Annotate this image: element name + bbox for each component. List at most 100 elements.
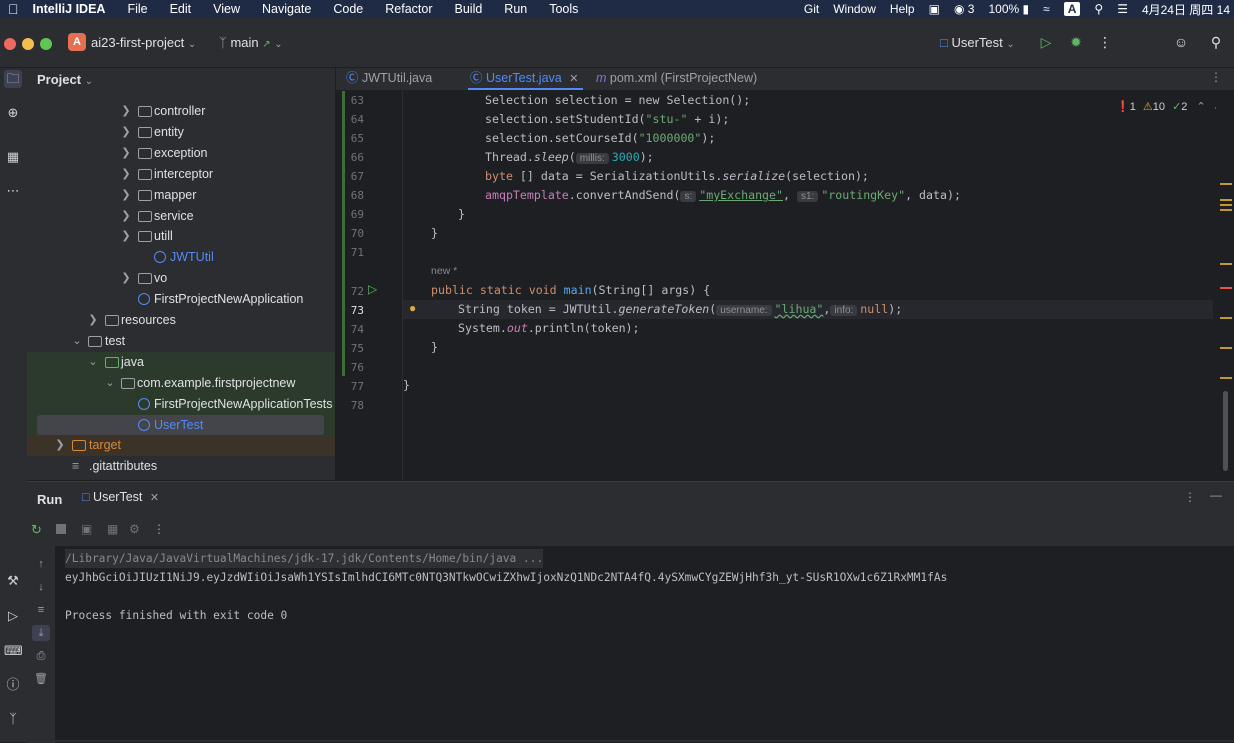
maximize-window-button[interactable] [40, 38, 52, 50]
chevron-right-icon[interactable]: ❯ [120, 268, 132, 289]
status-app-icon[interactable]: ▣ [929, 2, 940, 16]
control-center-icon[interactable]: ☰ [1117, 2, 1128, 16]
more-actions-icon[interactable]: ⋮ [1095, 32, 1115, 52]
more-options-icon[interactable]: ⋮ [1184, 490, 1196, 504]
soft-wrap-icon[interactable]: ≡ [32, 602, 50, 618]
menu-file[interactable]: File [127, 2, 147, 16]
run-tab-usertest[interactable]: □ UserTest ✕ [82, 490, 159, 504]
spotlight-icon[interactable]: ⚲ [1094, 2, 1103, 16]
chevron-right-icon[interactable]: ❯ [87, 310, 99, 331]
chevron-right-icon[interactable]: ❯ [120, 143, 132, 164]
export-icon[interactable]: ▦ [107, 522, 118, 536]
tree-item-test[interactable]: ⌄ test [27, 331, 335, 352]
menu-help[interactable]: Help [890, 2, 915, 16]
rerun-icon[interactable]: ↻ [31, 522, 42, 538]
more-icon[interactable]: ⋮ [153, 522, 165, 536]
screenshot-icon[interactable]: ▣ [81, 522, 92, 536]
chevron-up-icon[interactable]: ⌃ [1196, 101, 1205, 113]
tree-item-utill[interactable]: ❯ utill [27, 226, 335, 247]
menu-edit[interactable]: Edit [170, 2, 192, 16]
tree-item-mapper[interactable]: ❯ mapper [27, 185, 335, 206]
tree-item-entity[interactable]: ❯ entity [27, 122, 335, 143]
scroll-down-icon[interactable]: ↓ [32, 579, 50, 595]
tab-jwtutil[interactable]: Ⓒ JWTUtil.java [346, 68, 456, 90]
project-panel-header[interactable]: Project ⌄ [37, 72, 93, 87]
chevron-right-icon[interactable]: ❯ [120, 185, 132, 206]
add-user-icon[interactable]: ☺ [1171, 32, 1191, 52]
wifi-icon[interactable]: ≈ [1043, 2, 1050, 16]
tree-item-jwtutil[interactable]: JWTUtil [27, 247, 335, 268]
tabs-more-icon[interactable]: ⋮ [1210, 70, 1222, 84]
tree-item-resources[interactable]: ❯ resources [27, 310, 335, 331]
chevron-down-icon[interactable]: ⌄ [71, 331, 83, 352]
chevron-right-icon[interactable]: ❯ [120, 164, 132, 185]
chevron-right-icon[interactable]: ❯ [120, 101, 132, 122]
project-selector[interactable]: ai23-first-project ⌄ [91, 35, 196, 50]
tab-usertest[interactable]: Ⓒ UserTest.java ✕ [468, 68, 583, 90]
project-badge[interactable]: A [68, 33, 86, 51]
tree-item-target[interactable]: ❯ target [27, 435, 335, 456]
more-tools-icon[interactable]: ⋯ [4, 182, 22, 200]
menu-git[interactable]: Git [804, 2, 819, 16]
chevron-right-icon[interactable]: ❯ [54, 435, 66, 456]
problems-tool-icon[interactable]: ⓘ [4, 676, 22, 694]
menu-navigate[interactable]: Navigate [262, 2, 311, 16]
menu-window[interactable]: Window [833, 2, 876, 16]
code-editor[interactable]: Selection selection = new Selection(); s… [403, 91, 1213, 480]
tree-item-usertest[interactable]: UserTest [27, 415, 335, 436]
close-icon[interactable]: ✕ [150, 492, 159, 504]
tree-item-package[interactable]: ⌄ com.example.firstprojectnew [27, 373, 335, 394]
code-lens-new[interactable]: new * [431, 262, 457, 281]
menu-code[interactable]: Code [333, 2, 363, 16]
project-tool-icon[interactable]: 🗀 [4, 70, 22, 88]
services-tool-icon[interactable]: ▷ [4, 607, 22, 625]
menu-run[interactable]: Run [504, 2, 527, 16]
scroll-up-icon[interactable]: ↑ [32, 556, 50, 572]
wechat-status[interactable]: ◉ 3 [954, 2, 975, 16]
trash-icon[interactable]: 🗑 [32, 671, 50, 687]
tree-item-vo[interactable]: ❯ vo [27, 268, 335, 289]
menu-tools[interactable]: Tools [549, 2, 578, 16]
chevron-down-icon[interactable]: ⌄ [87, 352, 99, 373]
inspections-widget[interactable]: ❗1 ⚠10 ✓2 ⌃ ⌄ [1116, 100, 1222, 113]
menu-view[interactable]: View [213, 2, 240, 16]
tree-item-exception[interactable]: ❯ exception [27, 143, 335, 164]
scroll-to-end-icon[interactable]: ⤓ [32, 625, 50, 641]
tree-item-gitattributes[interactable]: ≡ .gitattributes [27, 456, 335, 477]
menu-build[interactable]: Build [455, 2, 483, 16]
tree-item-interceptor[interactable]: ❯ interceptor [27, 164, 335, 185]
apple-icon[interactable]:  [8, 1, 19, 17]
build-tool-icon[interactable]: ⚒ [4, 572, 22, 590]
battery-status[interactable]: 100% ▮ [988, 2, 1029, 16]
chevron-right-icon[interactable]: ❯ [120, 122, 132, 143]
print-icon[interactable]: ⎙ [32, 648, 50, 664]
tree-item-firstprojectnewapplicationtests[interactable]: FirstProjectNewApplicationTests [27, 394, 335, 415]
debug-icon[interactable]: ✹ [1066, 32, 1086, 52]
menu-refactor[interactable]: Refactor [385, 2, 432, 16]
structure-tool-icon[interactable]: ▦ [4, 148, 22, 166]
tab-pom[interactable]: m pom.xml (FirstProjectNew) [596, 68, 776, 90]
git-tool-icon[interactable]: ᛉ [4, 710, 22, 728]
run-icon[interactable]: ▷ [1036, 32, 1056, 52]
run-gutter-icon[interactable]: ▷ [368, 282, 377, 296]
branch-selector[interactable]: ᛉ main ↗ ⌄ [219, 35, 283, 50]
tree-item-service[interactable]: ❯ service [27, 206, 335, 227]
editor-scrollbar[interactable] [1216, 91, 1234, 480]
run-config-selector[interactable]: □ UserTest ⌄ [940, 35, 1015, 50]
chevron-right-icon[interactable]: ❯ [120, 206, 132, 227]
stop-icon[interactable] [56, 524, 66, 534]
tree-item-controller[interactable]: ❯ controller [27, 101, 335, 122]
chevron-down-icon[interactable]: ⌄ [104, 373, 116, 394]
close-window-button[interactable] [4, 38, 16, 50]
commit-tool-icon[interactable]: ⊕ [4, 104, 22, 122]
chevron-down-icon[interactable]: ❯ [120, 226, 132, 247]
input-method-indicator[interactable]: A [1063, 2, 1081, 16]
tree-item-java[interactable]: ⌄ java [27, 352, 335, 373]
minimize-panel-icon[interactable]: — [1210, 488, 1222, 502]
minimize-window-button[interactable] [22, 38, 34, 50]
tree-item-firstprojectnewapplication[interactable]: FirstProjectNewApplication [27, 289, 335, 310]
close-icon[interactable]: ✕ [569, 73, 578, 85]
search-icon[interactable]: ⚲ [1206, 32, 1226, 52]
terminal-tool-icon[interactable]: ⌨ [4, 642, 23, 660]
lightbulb-icon[interactable]: ● [409, 301, 416, 315]
